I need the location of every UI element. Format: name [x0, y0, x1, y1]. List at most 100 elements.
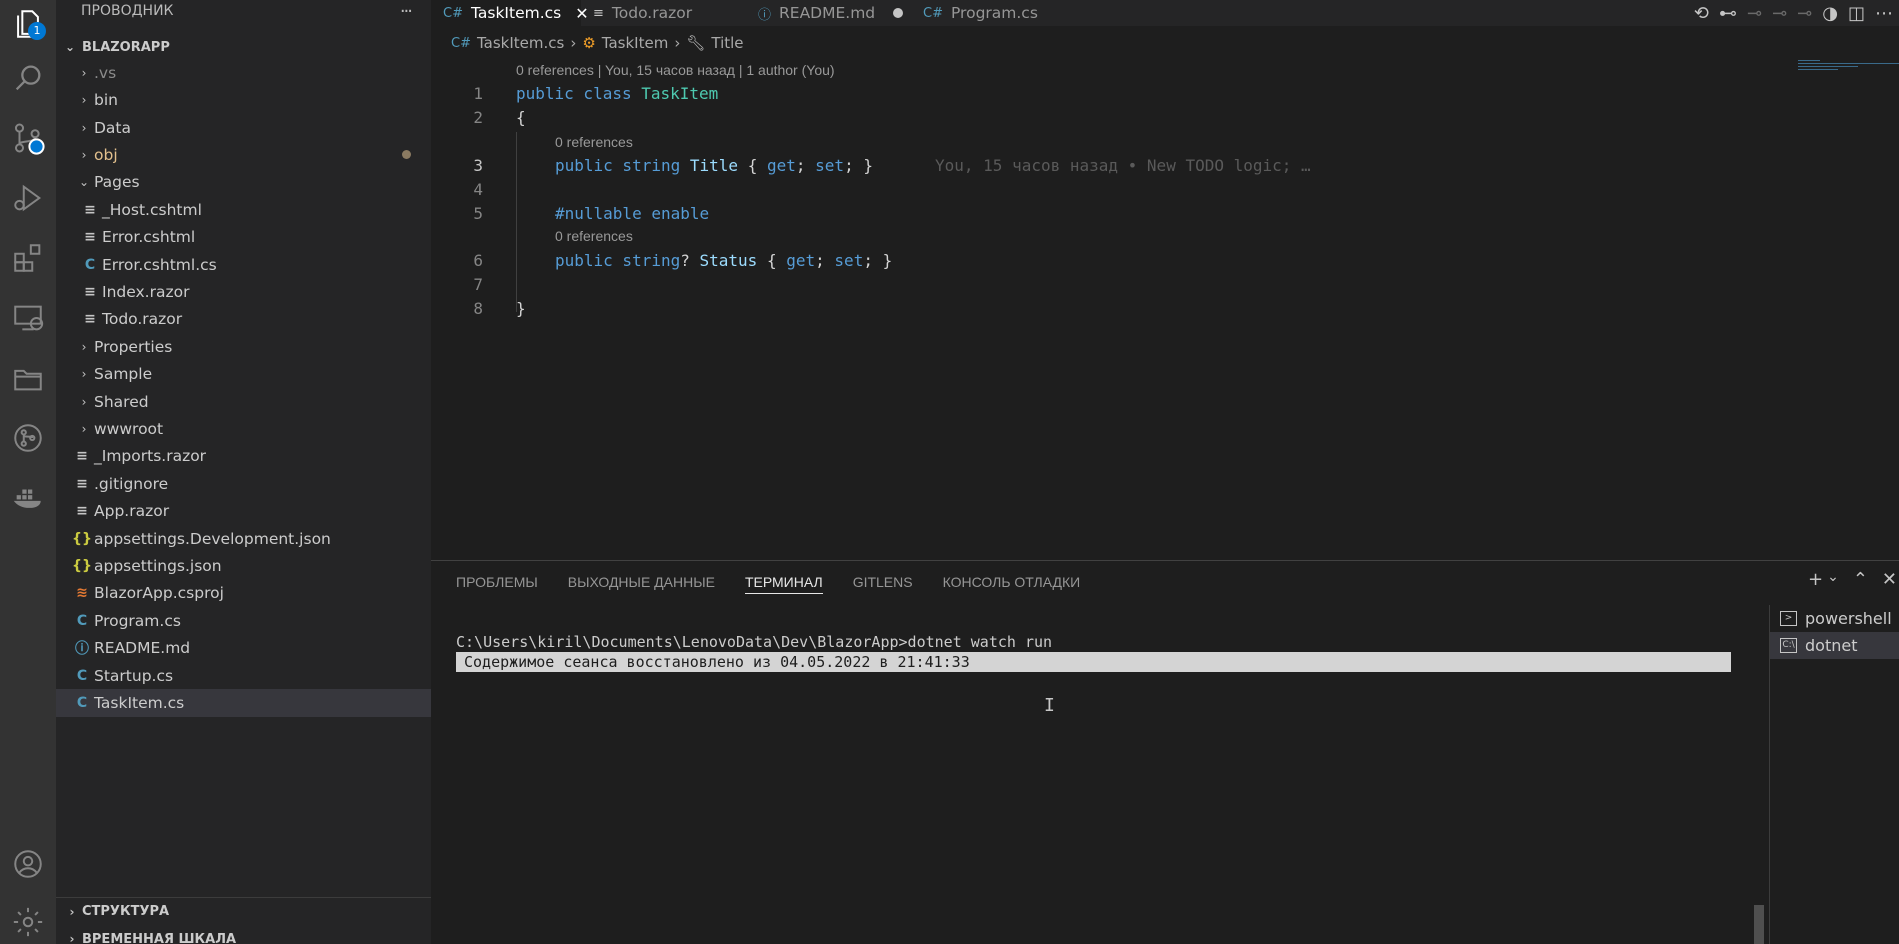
inline-blame[interactable]: You, 15 часов назад • New TODO logic; …	[935, 156, 1311, 175]
tree-file[interactable]: ≋ BlazorApp.csproj	[56, 580, 431, 608]
codelens-status[interactable]: 0 references	[555, 228, 633, 244]
close-panel-icon[interactable]: ✕	[1882, 569, 1897, 590]
account-icon[interactable]	[0, 840, 56, 888]
tab-readme[interactable]: ⓘ README.md	[746, 0, 906, 26]
tree-file[interactable]: ≡ _Imports.razor	[56, 443, 431, 471]
previous-revision-icon[interactable]: ⊸	[1747, 3, 1762, 24]
tree-file[interactable]: ≡ Error.cshtml	[56, 223, 431, 251]
file-lines-icon: ≡	[84, 283, 96, 300]
tree-file[interactable]: ≡ Todo.razor	[56, 306, 431, 334]
tree-file[interactable]: {} appsettings.json	[56, 552, 431, 580]
tab-taskitem[interactable]: C# TaskItem.cs ✕	[431, 0, 589, 26]
tree-file[interactable]: ⓘ README.md	[56, 634, 431, 662]
tab-output[interactable]: ВЫХОДНЫЕ ДАННЫЕ	[568, 574, 715, 594]
codelens-class[interactable]: 0 references | You, 15 часов назад | 1 a…	[516, 62, 835, 78]
chevron-down-icon[interactable]: ⌄	[1827, 569, 1839, 590]
history-icon[interactable]: ⟲	[1694, 3, 1709, 24]
breadcrumb-class[interactable]: TaskItem	[602, 34, 669, 52]
workspace-root[interactable]: ⌄ BLAZORAPP	[56, 33, 431, 61]
folders-icon[interactable]	[0, 354, 56, 402]
tree-folder[interactable]: › Data	[56, 114, 431, 142]
extensions-icon[interactable]	[0, 234, 56, 282]
file-lines-icon: ≡	[76, 475, 88, 492]
chevron-right-icon: ›	[81, 339, 87, 354]
line-number: 5	[473, 204, 483, 223]
maximize-panel-icon[interactable]: ⌃	[1853, 569, 1868, 590]
tree-folder[interactable]: › Sample	[56, 360, 431, 388]
codelens-title[interactable]: 0 references	[555, 134, 633, 150]
tab-problems[interactable]: ПРОБЛЕМЫ	[456, 574, 538, 594]
tree-file[interactable]: ≡ Index.razor	[56, 278, 431, 306]
tab-gitlens[interactable]: GITLENS	[853, 574, 913, 594]
remote-explorer-icon[interactable]	[0, 294, 56, 342]
tree-folder[interactable]: › .vs	[56, 59, 431, 87]
tree-file[interactable]: {} appsettings.Development.json	[56, 525, 431, 553]
breadcrumb-member[interactable]: Title	[711, 34, 743, 52]
terminal-item-label: powershell	[1805, 609, 1892, 628]
csharp-file-icon: C	[76, 667, 88, 684]
more-actions-icon[interactable]: ···	[400, 1, 413, 22]
tree-file[interactable]: C Startup.cs	[56, 662, 431, 690]
breadcrumb-file[interactable]: TaskItem.cs	[477, 34, 564, 52]
tree-folder[interactable]: › wwwroot	[56, 415, 431, 443]
workspace-root-label: BLAZORAPP	[82, 39, 170, 55]
explorer-icon[interactable]: 1	[0, 0, 56, 48]
chevron-down-icon: ⌄	[64, 40, 76, 54]
code-line-3: public string Title { get; set; }	[555, 156, 873, 175]
tree-file[interactable]: ≡ App.razor	[56, 497, 431, 525]
activity-bar: 1	[0, 0, 56, 944]
chevron-right-icon: ›	[570, 34, 577, 52]
chevron-right-icon: ›	[674, 34, 681, 52]
docker-icon[interactable]	[0, 474, 56, 522]
tree-folder[interactable]: › bin	[56, 86, 431, 114]
terminal-scrollbar[interactable]	[1754, 905, 1764, 944]
timeline-section[interactable]: › ВРЕМЕННАЯ ШКАЛА	[56, 925, 431, 944]
gitlens-icon[interactable]	[0, 414, 56, 462]
tree-folder[interactable]: › obj	[56, 141, 431, 169]
csharp-file-icon: C#	[923, 5, 943, 21]
more-actions-icon[interactable]: ⋯	[1875, 3, 1893, 24]
file-lines-icon: ≡	[76, 448, 88, 465]
tree-file[interactable]: ≡ _Host.cshtml	[56, 196, 431, 224]
compare-previous-icon[interactable]: ⊷	[1719, 3, 1737, 24]
terminal-item-powershell[interactable]: > powershell	[1770, 605, 1899, 632]
tree-folder[interactable]: ⌄ Pages	[56, 169, 431, 197]
search-icon[interactable]	[0, 54, 56, 102]
property-name: Title	[689, 156, 739, 175]
chevron-right-icon: ›	[81, 421, 87, 436]
tree-item-label: Properties	[94, 337, 173, 356]
tab-label: Todo.razor	[611, 4, 693, 22]
working-file-icon[interactable]: ⊸	[1797, 3, 1812, 24]
csharp-file-icon: C	[84, 256, 96, 273]
tree-file[interactable]: C TaskItem.cs	[56, 689, 431, 717]
tab-terminal[interactable]: ТЕРМИНАЛ	[744, 574, 823, 594]
chevron-right-icon: ›	[81, 65, 87, 80]
split-editor-icon[interactable]: ◫	[1848, 3, 1865, 24]
tab-program[interactable]: C# Program.cs	[911, 0, 1051, 26]
chevron-right-icon: ›	[69, 904, 75, 919]
tree-item-label: appsettings.Development.json	[94, 529, 331, 548]
minimap[interactable]	[1784, 60, 1899, 80]
terminal-command-line[interactable]: C:\Users\kiril\Documents\LenovoData\Dev\…	[456, 633, 1052, 651]
tree-item-label: .vs	[94, 63, 117, 82]
outline-section[interactable]: › СТРУКТУРА	[56, 897, 431, 925]
tab-todo[interactable]: ≡ Todo.razor	[581, 0, 721, 26]
class-name: TaskItem	[641, 84, 719, 103]
code-line-6: public string? Status { get; set; }	[555, 251, 892, 270]
settings-gear-icon[interactable]	[0, 898, 56, 944]
add-terminal-icon[interactable]: +	[1808, 569, 1823, 590]
terminal-item-dotnet[interactable]: C:\ dotnet	[1770, 632, 1899, 659]
tree-folder[interactable]: › Shared	[56, 388, 431, 416]
tree-file[interactable]: C Program.cs	[56, 607, 431, 635]
next-revision-icon[interactable]: ⊸	[1772, 3, 1787, 24]
tree-file[interactable]: ≡ .gitignore	[56, 470, 431, 498]
terminal-item-label: dotnet	[1805, 636, 1858, 655]
gitlens-action-icon[interactable]: ◑	[1822, 3, 1838, 24]
tree-item-label: Program.cs	[94, 611, 181, 630]
source-control-icon[interactable]	[0, 114, 56, 162]
tree-folder[interactable]: › Properties	[56, 333, 431, 361]
run-debug-icon[interactable]	[0, 174, 56, 222]
tree-file[interactable]: C Error.cshtml.cs	[56, 251, 431, 279]
tab-debug-console[interactable]: КОНСОЛЬ ОТЛАДКИ	[943, 574, 1081, 594]
punct: ; }	[863, 251, 893, 270]
